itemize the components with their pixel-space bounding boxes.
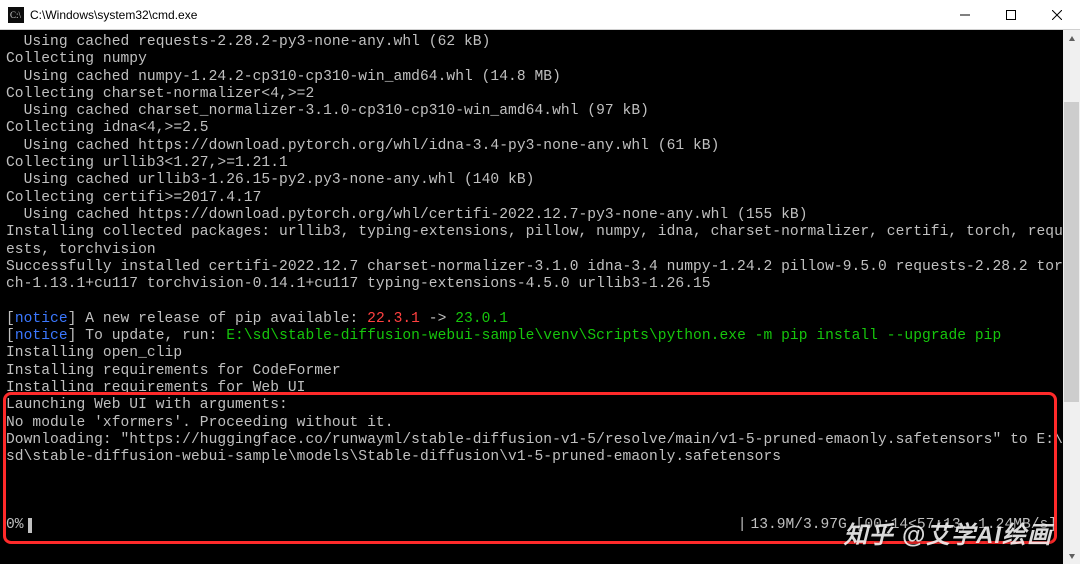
minimize-button[interactable] (942, 0, 988, 30)
terminal-segment: Downloading: "https://huggingface.co/run… (6, 432, 1063, 448)
terminal-line: Installing open_clip (6, 345, 1078, 362)
terminal-segment: Using cached charset_normalizer-3.1.0-cp… (6, 103, 649, 119)
terminal-segment: Successfully installed certifi-2022.12.7… (6, 259, 1063, 275)
terminal-segment: notice (15, 311, 68, 327)
progress-stats: 13.9M/3.97G [00:14<57:13, 1.24MB/s] (750, 517, 1057, 534)
terminal-line: [notice] A new release of pip available:… (6, 311, 1078, 328)
terminal-output[interactable]: Using cached requests-2.28.2-py3-none-an… (0, 30, 1080, 564)
close-button[interactable] (1034, 0, 1080, 30)
terminal-line: Installing collected packages: urllib3, … (6, 224, 1078, 241)
terminal-line: [notice] To update, run: E:\sd\stable-di… (6, 328, 1078, 345)
terminal-line (6, 293, 1078, 310)
progress-bar-fill (28, 518, 32, 533)
window-frame: C:\ C:\Windows\system32\cmd.exe Using ca… (0, 0, 1080, 564)
terminal-segment: -> (420, 311, 455, 327)
terminal-line: Installing requirements for Web UI (6, 380, 1078, 397)
terminal-segment: Using cached urllib3-1.26.15-py2.py3-non… (6, 172, 534, 188)
terminal-segment: 23.0.1 (455, 311, 508, 327)
terminal-segment: notice (15, 328, 68, 344)
progress-separator: | (734, 517, 751, 534)
terminal-segment: Launching Web UI with arguments: (6, 397, 288, 413)
terminal-line: Downloading: "https://huggingface.co/run… (6, 432, 1078, 449)
terminal-line: Using cached https://download.pytorch.or… (6, 138, 1078, 155)
terminal-segment: Collecting idna<4,>=2.5 (6, 120, 209, 136)
terminal-line: sd\stable-diffusion-webui-sample\models\… (6, 449, 1078, 466)
terminal-line: Using cached numpy-1.24.2-cp310-cp310-wi… (6, 69, 1078, 86)
scrollbar-down-arrow-icon[interactable] (1063, 547, 1080, 564)
terminal-line: Using cached requests-2.28.2-py3-none-an… (6, 34, 1078, 51)
terminal-line: Launching Web UI with arguments: (6, 397, 1078, 414)
terminal-segment: No module 'xformers'. Proceeding without… (6, 415, 394, 431)
terminal-segment: Collecting charset-normalizer<4,>=2 (6, 86, 314, 102)
terminal-segment: Using cached https://download.pytorch.or… (6, 138, 719, 154)
terminal-segment: ch-1.13.1+cu117 torchvision-0.14.1+cu117… (6, 276, 711, 292)
terminal-area: Using cached requests-2.28.2-py3-none-an… (0, 30, 1080, 564)
terminal-segment: ] To update, run: (68, 328, 227, 344)
window-title: C:\Windows\system32\cmd.exe (30, 8, 197, 22)
terminal-segment: ] A new release of pip available: (68, 311, 367, 327)
scrollbar-thumb[interactable] (1064, 102, 1079, 402)
cmd-icon: C:\ (8, 7, 24, 23)
terminal-line: Collecting certifi>=2017.4.17 (6, 190, 1078, 207)
terminal-line: Collecting numpy (6, 51, 1078, 68)
terminal-line: ch-1.13.1+cu117 torchvision-0.14.1+cu117… (6, 276, 1078, 293)
download-progress-row: 0% | 13.9M/3.97G [00:14<57:13, 1.24MB/s] (6, 517, 1057, 534)
terminal-segment: Collecting urllib3<1.27,>=1.21.1 (6, 155, 288, 171)
terminal-segment: Installing collected packages: urllib3, … (6, 224, 1063, 240)
maximize-button[interactable] (988, 0, 1034, 30)
terminal-line: Using cached https://download.pytorch.or… (6, 207, 1078, 224)
terminal-segment: sd\stable-diffusion-webui-sample\models\… (6, 449, 781, 465)
terminal-line: Using cached urllib3-1.26.15-py2.py3-non… (6, 172, 1078, 189)
terminal-segment: E:\sd\stable-diffusion-webui-sample\venv… (226, 328, 1001, 344)
terminal-line: Successfully installed certifi-2022.12.7… (6, 259, 1078, 276)
terminal-segment: Using cached numpy-1.24.2-cp310-cp310-wi… (6, 69, 561, 85)
terminal-segment: Using cached requests-2.28.2-py3-none-an… (6, 34, 490, 50)
terminal-line: Collecting charset-normalizer<4,>=2 (6, 86, 1078, 103)
terminal-segment: ests, torchvision (6, 242, 156, 258)
terminal-segment: Installing open_clip (6, 345, 182, 361)
vertical-scrollbar[interactable] (1063, 30, 1080, 564)
svg-text:C:\: C:\ (10, 10, 22, 20)
terminal-line: No module 'xformers'. Proceeding without… (6, 415, 1078, 432)
terminal-line: ests, torchvision (6, 242, 1078, 259)
terminal-segment: [ (6, 311, 15, 327)
terminal-line: Installing requirements for CodeFormer (6, 363, 1078, 380)
terminal-segment: Collecting numpy (6, 51, 147, 67)
scrollbar-up-arrow-icon[interactable] (1063, 30, 1080, 47)
progress-percent: 0% (6, 517, 28, 534)
terminal-segment: Installing requirements for Web UI (6, 380, 305, 396)
terminal-line: Collecting idna<4,>=2.5 (6, 120, 1078, 137)
terminal-segment: [ (6, 328, 15, 344)
titlebar[interactable]: C:\ C:\Windows\system32\cmd.exe (0, 0, 1080, 30)
terminal-line: Collecting urllib3<1.27,>=1.21.1 (6, 155, 1078, 172)
terminal-line (6, 466, 1078, 483)
terminal-segment: Collecting certifi>=2017.4.17 (6, 190, 261, 206)
terminal-segment: Using cached https://download.pytorch.or… (6, 207, 808, 223)
terminal-segment: 22.3.1 (367, 311, 420, 327)
terminal-segment: Installing requirements for CodeFormer (6, 363, 341, 379)
terminal-line: Using cached charset_normalizer-3.1.0-cp… (6, 103, 1078, 120)
